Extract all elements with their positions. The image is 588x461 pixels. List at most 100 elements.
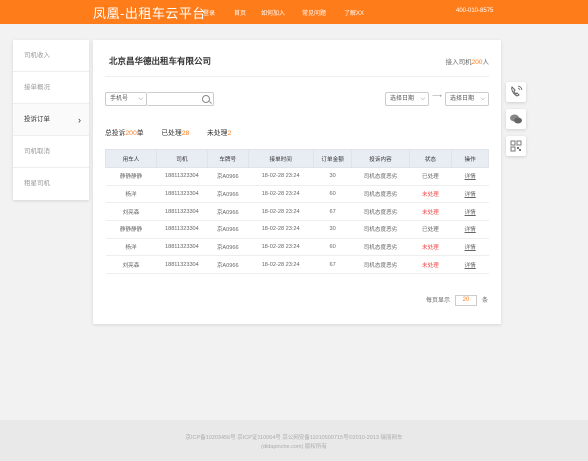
sidebar-item-star-drivers[interactable]: 租星司机 <box>13 168 89 200</box>
chevron-down-icon: ⌵ <box>420 96 425 102</box>
cell-content: 司机态度恶劣 <box>351 185 409 204</box>
page-size-control: 每页显示 20 条 <box>426 295 488 306</box>
cell-plate: 京A0966 <box>207 220 249 239</box>
joined-drivers: 接入司机200人 <box>446 56 489 66</box>
hotline-number: 400-010-8575 <box>456 8 494 14</box>
cell-time: 18-02-28 23:24 <box>248 220 314 239</box>
sidebar-item-driver-income[interactable]: 司机收入 <box>13 40 89 72</box>
qrcode-icon <box>510 140 522 152</box>
table-row: 杨洋 18811323304 京A0966 18-02-28 23:24 60 司机态度恶… <box>105 238 489 257</box>
start-date-select[interactable]: 选择日期 ⌵ <box>385 92 429 106</box>
page-size-unit: 条 <box>481 298 488 305</box>
total-label: 总投诉 <box>105 130 126 137</box>
cell-driver: 18811323304 <box>156 202 208 222</box>
range-arrow-icon: ⟶ <box>432 93 443 100</box>
nav-how-to-join[interactable]: 如何加入 <box>261 8 285 17</box>
end-date-label: 选择日期 <box>450 96 475 102</box>
chevron-down-icon: ⌵ <box>480 96 485 102</box>
cell-driver: 18811323304 <box>156 238 208 257</box>
sidebar-item-label: 司机收入 <box>24 52 50 59</box>
sidebar-item-label: 租星司机 <box>24 180 50 187</box>
cell-rider: 杨洋 <box>105 238 157 257</box>
details-link[interactable]: 详情 <box>465 227 476 233</box>
cell-driver: 18811323304 <box>156 185 208 204</box>
sidebar-item-driver-cancel[interactable]: 司机取消 <box>13 136 89 168</box>
col-status: 状态 <box>408 149 453 168</box>
table-row: 静静静静 18811323304 京A0966 18-02-28 23:24 30 司机态… <box>105 167 489 186</box>
cell-rider: 静静静静 <box>105 167 157 186</box>
cell-rider: 静静静静 <box>105 220 157 239</box>
field-select[interactable]: 手机号 ⌵ <box>105 92 147 106</box>
cell-time: 18-02-28 23:24 <box>248 185 314 204</box>
col-action: 操作 <box>451 149 489 168</box>
handled-label: 已处理 <box>161 130 182 137</box>
end-date-select[interactable]: 选择日期 ⌵ <box>445 92 489 106</box>
sidebar-item-label: 接单概况 <box>24 84 50 91</box>
cell-status: 已处理 <box>409 220 452 239</box>
pending-label: 未处理 <box>207 130 228 137</box>
joined-unit: 人 <box>482 59 490 66</box>
table-row: 静静静静 18811323304 京A0966 18-02-28 23:24 30 司机态… <box>105 220 489 239</box>
field-select-value: 手机号 <box>110 96 129 102</box>
table-row: 杨洋 18811323304 京A0966 18-02-28 23:24 60 司机态度恶… <box>105 185 489 204</box>
col-time: 接单时间 <box>247 149 314 168</box>
phone-button[interactable] <box>506 82 526 102</box>
cell-action: 详情 <box>451 220 489 239</box>
nav-login[interactable]: 登录 <box>203 8 215 17</box>
cell-content: 司机态度恶劣 <box>351 202 409 222</box>
cell-content: 司机态度恶劣 <box>351 255 409 275</box>
table-header-row: 用车人 司机 车牌号 接单时间 订单金额 投诉内容 状态 操作 <box>105 149 489 168</box>
chevron-down-icon: ⌵ <box>138 96 143 102</box>
cell-plate: 京A0966 <box>207 185 249 204</box>
nav-faq[interactable]: 常见问题 <box>302 8 326 17</box>
complaint-table: 用车人 司机 车牌号 接单时间 订单金额 投诉内容 状态 操作 静静静静 1881… <box>105 149 489 275</box>
cell-plate: 京A0966 <box>207 167 249 186</box>
sidebar: 司机收入 接单概况 投诉订单 › 司机取消 租星司机 <box>13 40 89 200</box>
start-date-label: 选择日期 <box>390 96 415 102</box>
col-amount: 订单金额 <box>312 149 353 168</box>
cell-time: 18-02-28 23:24 <box>248 238 314 257</box>
joined-count: 200 <box>471 59 483 66</box>
cell-plate: 京A0966 <box>207 238 249 257</box>
search-icon[interactable] <box>202 95 210 103</box>
sidebar-item-complaint-orders[interactable]: 投诉订单 › <box>13 104 89 136</box>
nav-about[interactable]: 了解XX <box>344 8 364 17</box>
brand-logo[interactable]: 凤凰-出租车云平台 <box>93 3 206 22</box>
cell-rider: 刘亮森 <box>105 255 157 275</box>
qrcode-button[interactable] <box>506 136 526 156</box>
cell-amount: 30 <box>313 220 352 239</box>
col-plate: 车牌号 <box>206 149 249 168</box>
col-rider: 用车人 <box>105 149 157 168</box>
cell-action: 详情 <box>451 255 489 275</box>
company-name: 北京昌华德出租车有限公司 <box>109 56 212 66</box>
sidebar-item-label: 司机取消 <box>24 148 50 155</box>
top-bar: 凤凰-出租车云平台 登录 首页 如何加入 常见问题 了解XX 400-010-8… <box>0 0 588 24</box>
page-size-label: 每页显示 <box>425 298 450 305</box>
joined-label: 接入司机 <box>445 59 472 66</box>
cell-status: 未处理 <box>409 185 452 204</box>
page-size-input[interactable]: 20 <box>454 295 477 306</box>
details-link[interactable]: 详情 <box>465 210 476 216</box>
col-driver: 司机 <box>155 149 208 168</box>
cell-rider: 杨洋 <box>105 185 157 204</box>
sidebar-item-order-overview[interactable]: 接单概况 <box>13 72 89 104</box>
cell-driver: 18811323304 <box>156 255 208 275</box>
details-link[interactable]: 详情 <box>465 263 476 269</box>
cell-content: 司机态度恶劣 <box>351 220 409 239</box>
cell-amount: 67 <box>313 202 352 222</box>
details-link[interactable]: 详情 <box>465 192 476 198</box>
cell-status: 已处理 <box>409 167 452 186</box>
nav-home[interactable]: 首页 <box>234 8 246 17</box>
complaint-stats: 总投诉200单 已处理28 未处理2 <box>105 127 231 137</box>
main-panel: 北京昌华德出租车有限公司 接入司机200人 手机号 ⌵ 选择日期 ⌵ ⟶ 选择日期 ⌵… <box>93 40 501 324</box>
search-input[interactable] <box>147 92 214 106</box>
details-link[interactable]: 详情 <box>465 174 476 180</box>
chat-button[interactable] <box>506 109 526 129</box>
cell-status: 未处理 <box>409 255 452 275</box>
cell-rider: 刘亮森 <box>105 202 157 222</box>
cell-action: 详情 <box>451 185 489 204</box>
total-unit: 单 <box>136 130 144 137</box>
total-value: 200 <box>125 130 137 137</box>
cell-amount: 30 <box>313 167 352 186</box>
details-link[interactable]: 详情 <box>465 245 476 251</box>
